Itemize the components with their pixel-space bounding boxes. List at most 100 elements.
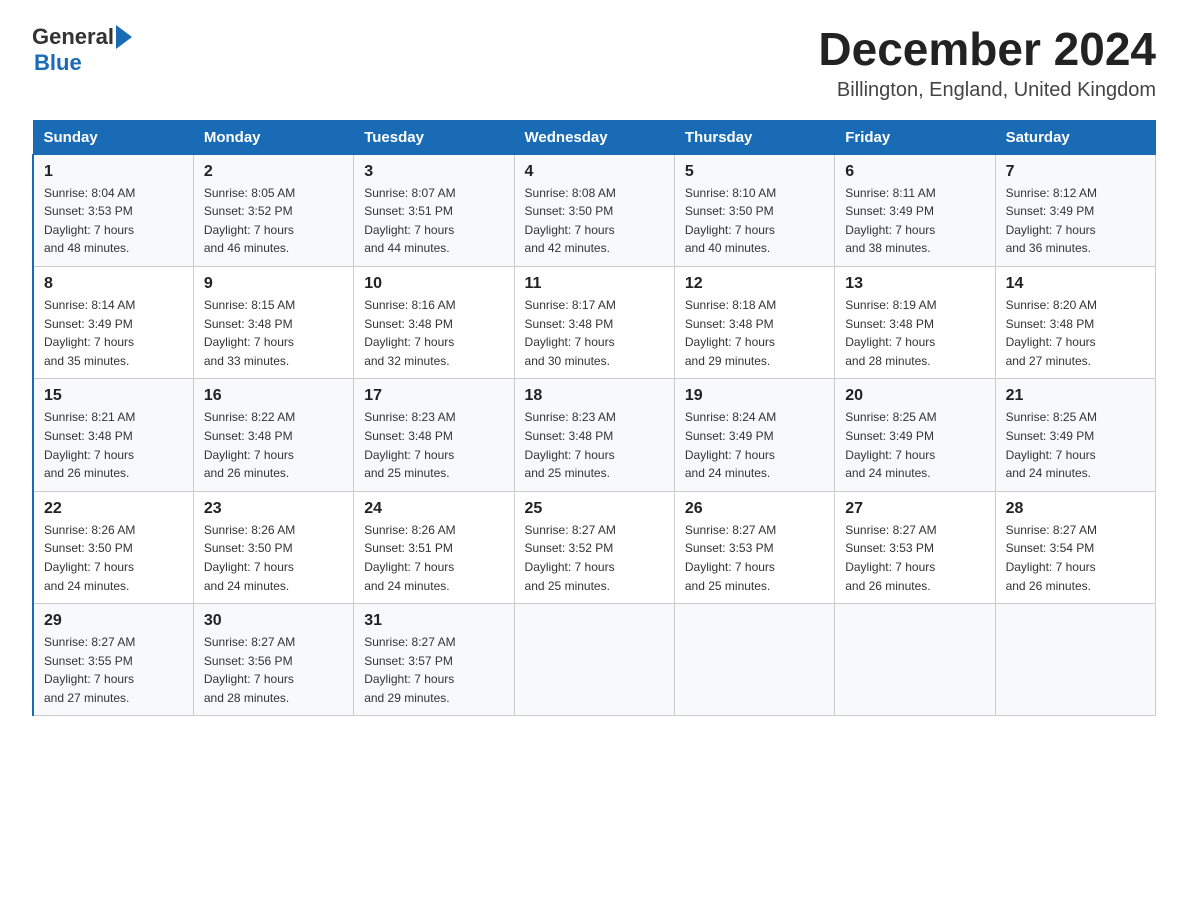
calendar-cell: 14 Sunrise: 8:20 AMSunset: 3:48 PMDaylig…	[995, 266, 1155, 378]
day-number: 17	[364, 387, 503, 405]
day-number: 18	[525, 387, 664, 405]
calendar-cell: 2 Sunrise: 8:05 AMSunset: 3:52 PMDayligh…	[193, 154, 353, 266]
logo-area: General Blue	[32, 24, 134, 76]
calendar-cell: 7 Sunrise: 8:12 AMSunset: 3:49 PMDayligh…	[995, 154, 1155, 266]
calendar-cell: 31 Sunrise: 8:27 AMSunset: 3:57 PMDaylig…	[354, 604, 514, 716]
day-info: Sunrise: 8:08 AMSunset: 3:50 PMDaylight:…	[525, 186, 616, 256]
day-info: Sunrise: 8:10 AMSunset: 3:50 PMDaylight:…	[685, 186, 776, 256]
day-info: Sunrise: 8:18 AMSunset: 3:48 PMDaylight:…	[685, 298, 776, 368]
day-info: Sunrise: 8:27 AMSunset: 3:55 PMDaylight:…	[44, 635, 135, 705]
day-info: Sunrise: 8:15 AMSunset: 3:48 PMDaylight:…	[204, 298, 295, 368]
day-number: 3	[364, 163, 503, 181]
calendar-subtitle: Billington, England, United Kingdom	[818, 79, 1156, 102]
day-number: 31	[364, 612, 503, 630]
day-number: 7	[1006, 163, 1145, 181]
col-header-saturday: Saturday	[995, 120, 1155, 154]
day-number: 10	[364, 275, 503, 293]
day-info: Sunrise: 8:23 AMSunset: 3:48 PMDaylight:…	[525, 410, 616, 480]
day-number: 16	[204, 387, 343, 405]
calendar-cell: 20 Sunrise: 8:25 AMSunset: 3:49 PMDaylig…	[835, 379, 995, 491]
calendar-cell: 25 Sunrise: 8:27 AMSunset: 3:52 PMDaylig…	[514, 491, 674, 603]
day-number: 29	[44, 612, 183, 630]
calendar-cell: 21 Sunrise: 8:25 AMSunset: 3:49 PMDaylig…	[995, 379, 1155, 491]
day-info: Sunrise: 8:25 AMSunset: 3:49 PMDaylight:…	[845, 410, 936, 480]
day-number: 8	[44, 275, 183, 293]
calendar-cell: 12 Sunrise: 8:18 AMSunset: 3:48 PMDaylig…	[674, 266, 834, 378]
day-number: 23	[204, 500, 343, 518]
day-info: Sunrise: 8:23 AMSunset: 3:48 PMDaylight:…	[364, 410, 455, 480]
day-info: Sunrise: 8:16 AMSunset: 3:48 PMDaylight:…	[364, 298, 455, 368]
calendar-cell: 16 Sunrise: 8:22 AMSunset: 3:48 PMDaylig…	[193, 379, 353, 491]
day-number: 30	[204, 612, 343, 630]
day-info: Sunrise: 8:27 AMSunset: 3:53 PMDaylight:…	[685, 523, 776, 593]
col-header-friday: Friday	[835, 120, 995, 154]
day-number: 11	[525, 275, 664, 293]
day-info: Sunrise: 8:27 AMSunset: 3:52 PMDaylight:…	[525, 523, 616, 593]
day-number: 21	[1006, 387, 1145, 405]
calendar-cell: 3 Sunrise: 8:07 AMSunset: 3:51 PMDayligh…	[354, 154, 514, 266]
day-number: 4	[525, 163, 664, 181]
calendar-cell: 4 Sunrise: 8:08 AMSunset: 3:50 PMDayligh…	[514, 154, 674, 266]
calendar-cell: 5 Sunrise: 8:10 AMSunset: 3:50 PMDayligh…	[674, 154, 834, 266]
col-header-monday: Monday	[193, 120, 353, 154]
col-header-tuesday: Tuesday	[354, 120, 514, 154]
day-info: Sunrise: 8:26 AMSunset: 3:50 PMDaylight:…	[204, 523, 295, 593]
day-number: 12	[685, 275, 824, 293]
day-number: 20	[845, 387, 984, 405]
day-info: Sunrise: 8:26 AMSunset: 3:50 PMDaylight:…	[44, 523, 135, 593]
day-info: Sunrise: 8:25 AMSunset: 3:49 PMDaylight:…	[1006, 410, 1097, 480]
calendar-cell: 30 Sunrise: 8:27 AMSunset: 3:56 PMDaylig…	[193, 604, 353, 716]
day-number: 25	[525, 500, 664, 518]
calendar-week-row: 22 Sunrise: 8:26 AMSunset: 3:50 PMDaylig…	[33, 491, 1156, 603]
calendar-cell: 26 Sunrise: 8:27 AMSunset: 3:53 PMDaylig…	[674, 491, 834, 603]
day-info: Sunrise: 8:27 AMSunset: 3:53 PMDaylight:…	[845, 523, 936, 593]
day-number: 2	[204, 163, 343, 181]
day-info: Sunrise: 8:20 AMSunset: 3:48 PMDaylight:…	[1006, 298, 1097, 368]
day-number: 24	[364, 500, 503, 518]
calendar-header-row: SundayMondayTuesdayWednesdayThursdayFrid…	[33, 120, 1156, 154]
calendar-cell: 29 Sunrise: 8:27 AMSunset: 3:55 PMDaylig…	[33, 604, 193, 716]
calendar-cell: 8 Sunrise: 8:14 AMSunset: 3:49 PMDayligh…	[33, 266, 193, 378]
calendar-cell: 17 Sunrise: 8:23 AMSunset: 3:48 PMDaylig…	[354, 379, 514, 491]
calendar-cell	[674, 604, 834, 716]
calendar-cell: 22 Sunrise: 8:26 AMSunset: 3:50 PMDaylig…	[33, 491, 193, 603]
calendar-cell: 24 Sunrise: 8:26 AMSunset: 3:51 PMDaylig…	[354, 491, 514, 603]
calendar-cell: 18 Sunrise: 8:23 AMSunset: 3:48 PMDaylig…	[514, 379, 674, 491]
day-info: Sunrise: 8:14 AMSunset: 3:49 PMDaylight:…	[44, 298, 135, 368]
day-info: Sunrise: 8:27 AMSunset: 3:57 PMDaylight:…	[364, 635, 455, 705]
day-info: Sunrise: 8:21 AMSunset: 3:48 PMDaylight:…	[44, 410, 135, 480]
day-info: Sunrise: 8:27 AMSunset: 3:54 PMDaylight:…	[1006, 523, 1097, 593]
calendar-cell: 28 Sunrise: 8:27 AMSunset: 3:54 PMDaylig…	[995, 491, 1155, 603]
day-number: 6	[845, 163, 984, 181]
day-number: 14	[1006, 275, 1145, 293]
day-number: 15	[44, 387, 183, 405]
col-header-wednesday: Wednesday	[514, 120, 674, 154]
calendar-week-row: 15 Sunrise: 8:21 AMSunset: 3:48 PMDaylig…	[33, 379, 1156, 491]
header: General Blue December 2024 Billington, E…	[32, 24, 1156, 102]
day-number: 9	[204, 275, 343, 293]
col-header-thursday: Thursday	[674, 120, 834, 154]
calendar-cell: 11 Sunrise: 8:17 AMSunset: 3:48 PMDaylig…	[514, 266, 674, 378]
calendar-cell: 6 Sunrise: 8:11 AMSunset: 3:49 PMDayligh…	[835, 154, 995, 266]
calendar-cell: 15 Sunrise: 8:21 AMSunset: 3:48 PMDaylig…	[33, 379, 193, 491]
calendar-cell: 23 Sunrise: 8:26 AMSunset: 3:50 PMDaylig…	[193, 491, 353, 603]
day-info: Sunrise: 8:26 AMSunset: 3:51 PMDaylight:…	[364, 523, 455, 593]
logo-blue-text: Blue	[34, 50, 82, 75]
day-number: 28	[1006, 500, 1145, 518]
day-info: Sunrise: 8:05 AMSunset: 3:52 PMDaylight:…	[204, 186, 295, 256]
day-info: Sunrise: 8:04 AMSunset: 3:53 PMDaylight:…	[44, 186, 135, 256]
calendar-cell: 9 Sunrise: 8:15 AMSunset: 3:48 PMDayligh…	[193, 266, 353, 378]
day-info: Sunrise: 8:27 AMSunset: 3:56 PMDaylight:…	[204, 635, 295, 705]
day-info: Sunrise: 8:22 AMSunset: 3:48 PMDaylight:…	[204, 410, 295, 480]
calendar-cell	[514, 604, 674, 716]
day-number: 27	[845, 500, 984, 518]
day-info: Sunrise: 8:24 AMSunset: 3:49 PMDaylight:…	[685, 410, 776, 480]
calendar-cell	[995, 604, 1155, 716]
day-number: 13	[845, 275, 984, 293]
calendar-week-row: 8 Sunrise: 8:14 AMSunset: 3:49 PMDayligh…	[33, 266, 1156, 378]
calendar-cell: 19 Sunrise: 8:24 AMSunset: 3:49 PMDaylig…	[674, 379, 834, 491]
calendar-table: SundayMondayTuesdayWednesdayThursdayFrid…	[32, 120, 1156, 717]
calendar-cell: 27 Sunrise: 8:27 AMSunset: 3:53 PMDaylig…	[835, 491, 995, 603]
title-area: December 2024 Billington, England, Unite…	[818, 24, 1156, 102]
day-info: Sunrise: 8:17 AMSunset: 3:48 PMDaylight:…	[525, 298, 616, 368]
